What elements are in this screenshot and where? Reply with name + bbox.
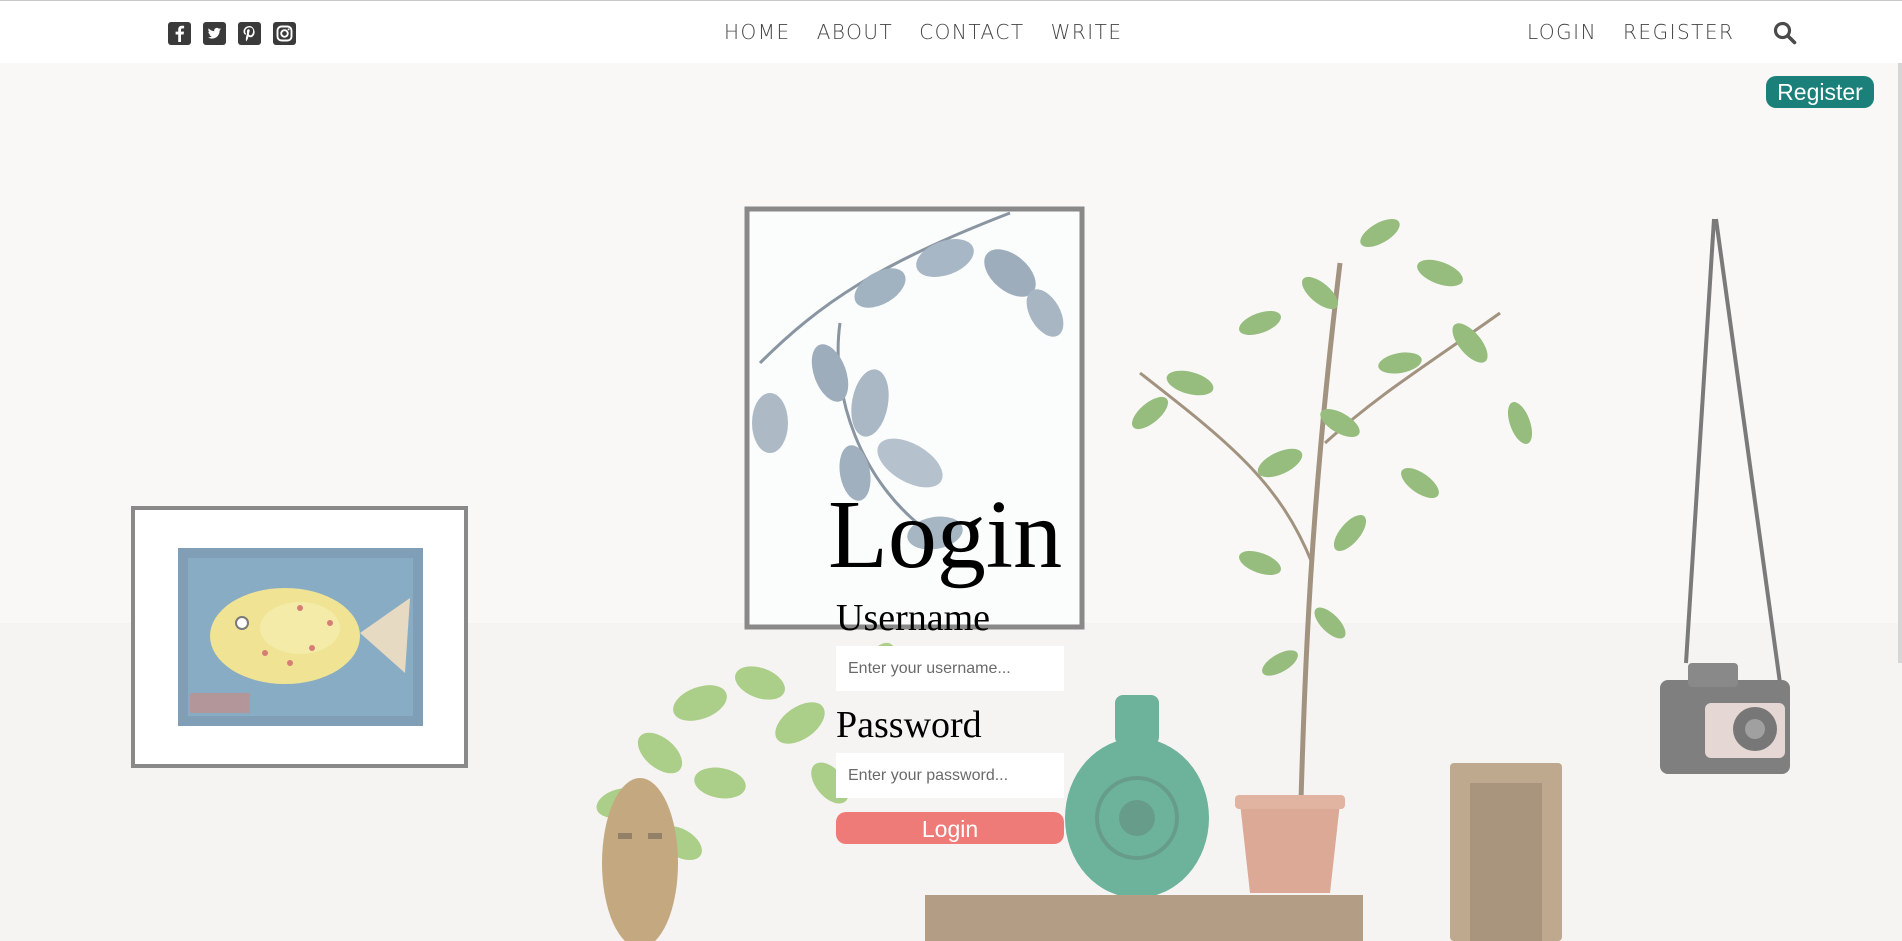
twitter-icon[interactable] <box>203 22 226 45</box>
page-scrollbar[interactable] <box>1898 63 1902 663</box>
nav-register[interactable]: REGISTER <box>1623 19 1734 45</box>
instagram-icon[interactable] <box>273 22 296 45</box>
search-icon[interactable] <box>1772 20 1798 46</box>
social-links <box>168 22 296 45</box>
register-button[interactable]: Register <box>1766 76 1874 108</box>
nav-home[interactable]: HOME <box>724 19 791 45</box>
login-form: Login Username Password Login <box>828 480 1148 844</box>
nav-about[interactable]: ABOUT <box>817 19 894 45</box>
account-nav: LOGIN REGISTER <box>1527 19 1734 45</box>
login-title: Login <box>828 481 1063 589</box>
nav-contact[interactable]: CONTACT <box>919 19 1024 45</box>
password-label: Password <box>836 704 982 746</box>
facebook-icon[interactable] <box>168 22 191 45</box>
password-input[interactable] <box>836 753 1064 798</box>
username-label: Username <box>836 597 991 639</box>
login-button[interactable]: Login <box>836 812 1064 844</box>
nav-login[interactable]: LOGIN <box>1527 19 1597 45</box>
top-navigation-bar: HOME ABOUT CONTACT WRITE LOGIN REGISTER <box>0 0 1902 63</box>
main-nav: HOME ABOUT CONTACT WRITE <box>724 19 1123 45</box>
username-input[interactable] <box>836 646 1064 691</box>
nav-write[interactable]: WRITE <box>1051 19 1123 45</box>
pinterest-icon[interactable] <box>238 22 261 45</box>
